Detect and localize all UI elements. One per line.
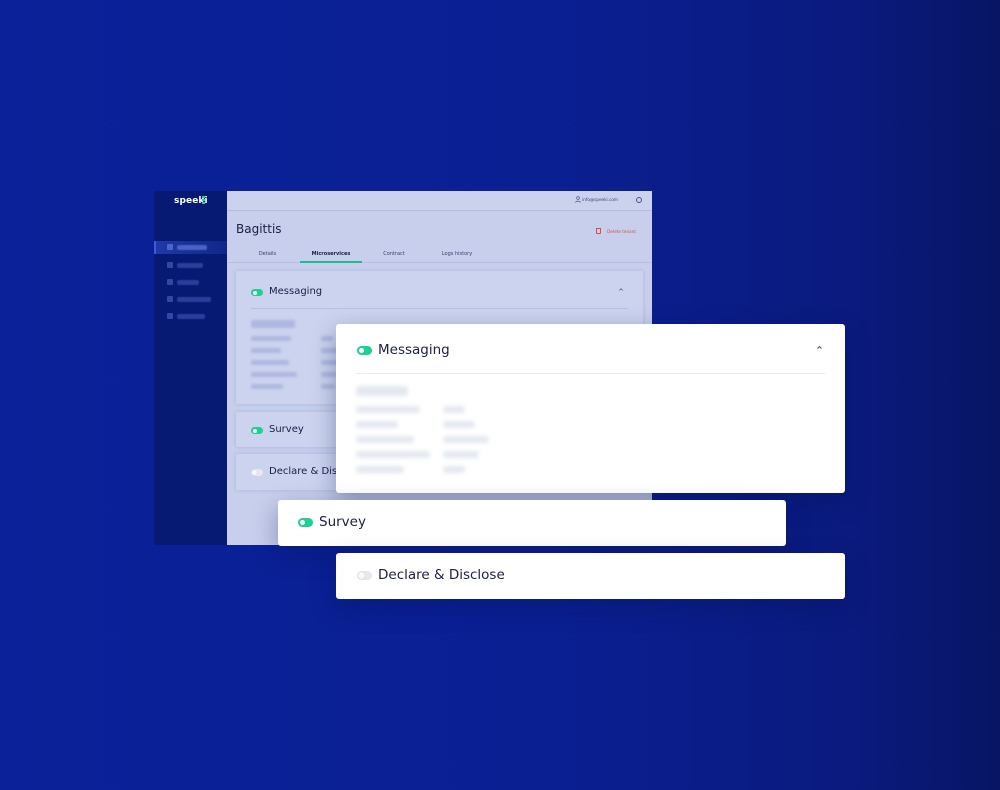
logo-mark-icon xyxy=(202,196,205,205)
sidebar-item-3[interactable] xyxy=(154,276,227,289)
tab-microservices[interactable]: Microservices xyxy=(300,251,362,257)
blurred-value xyxy=(321,336,333,341)
blurred-value xyxy=(443,406,465,413)
tab-contract[interactable]: Contract xyxy=(377,251,411,257)
user-email[interactable]: info@speeki.com xyxy=(582,197,618,202)
chevron-up-icon[interactable] xyxy=(816,344,823,351)
blurred-value xyxy=(443,451,479,458)
floating-label-messaging: Messaging xyxy=(378,342,450,358)
blurred-heading xyxy=(356,386,408,396)
blurred-value xyxy=(443,436,489,443)
floating-card-declare[interactable]: Declare & Disclose xyxy=(336,553,845,599)
sidebar-item-label-blurred xyxy=(177,263,203,268)
blurred-row xyxy=(356,466,404,473)
nav-icon xyxy=(167,296,173,302)
user-icon[interactable] xyxy=(575,196,581,203)
sidebar-item-5[interactable] xyxy=(154,310,227,323)
blurred-row xyxy=(356,406,420,413)
survey-toggle[interactable] xyxy=(298,518,313,527)
blurred-row xyxy=(251,372,297,377)
service-label-messaging: Messaging xyxy=(269,286,323,297)
floating-card-messaging[interactable]: Messaging xyxy=(336,324,845,493)
service-label-survey: Survey xyxy=(269,424,304,435)
sidebar-item-label-blurred xyxy=(177,297,211,302)
nav-icon xyxy=(167,244,173,250)
nav-icon xyxy=(167,313,173,319)
floating-card-survey[interactable]: Survey xyxy=(278,500,786,546)
tabs-divider xyxy=(227,262,652,263)
sidebar-item-4[interactable] xyxy=(154,293,227,306)
nav-icon xyxy=(167,262,173,268)
nav-icon xyxy=(167,279,173,285)
messaging-toggle[interactable] xyxy=(251,289,263,296)
sidebar-item-2[interactable] xyxy=(154,259,227,272)
tab-logs-history[interactable]: Logs history xyxy=(433,251,481,257)
blurred-row xyxy=(251,360,289,365)
blurred-row xyxy=(356,451,430,458)
floating-label-declare: Declare & Disclose xyxy=(378,567,505,583)
blurred-row xyxy=(251,348,281,353)
blurred-value xyxy=(321,372,337,377)
sidebar-item-1[interactable] xyxy=(154,241,227,254)
blurred-row xyxy=(356,436,414,443)
power-icon[interactable] xyxy=(636,197,642,203)
blurred-value xyxy=(321,384,335,389)
card-divider xyxy=(251,308,628,309)
sidebar-item-label-blurred xyxy=(177,314,205,319)
sidebar-item-label-blurred xyxy=(177,280,199,285)
blurred-value xyxy=(443,466,465,473)
active-tab-indicator xyxy=(300,261,362,263)
sidebar-item-label-blurred xyxy=(177,245,207,250)
card-divider xyxy=(356,373,825,374)
blurred-value xyxy=(443,421,475,428)
delete-tenant-button[interactable]: Delete tenant xyxy=(607,229,636,234)
page-title: Bagittis xyxy=(236,222,282,236)
declare-toggle[interactable] xyxy=(357,571,372,580)
blurred-row xyxy=(251,336,291,341)
declare-toggle[interactable] xyxy=(251,469,263,476)
blurred-row xyxy=(356,421,398,428)
sidebar: speeki xyxy=(154,191,227,545)
blurred-heading xyxy=(251,320,295,328)
top-bar: info@speeki.com xyxy=(227,191,652,211)
tab-details[interactable]: Details xyxy=(255,251,280,257)
floating-label-survey: Survey xyxy=(319,514,366,530)
survey-toggle[interactable] xyxy=(251,427,263,434)
messaging-toggle[interactable] xyxy=(357,346,372,355)
trash-icon[interactable] xyxy=(596,228,601,234)
chevron-up-icon[interactable]: ^ xyxy=(618,288,624,296)
blurred-row xyxy=(251,384,283,389)
